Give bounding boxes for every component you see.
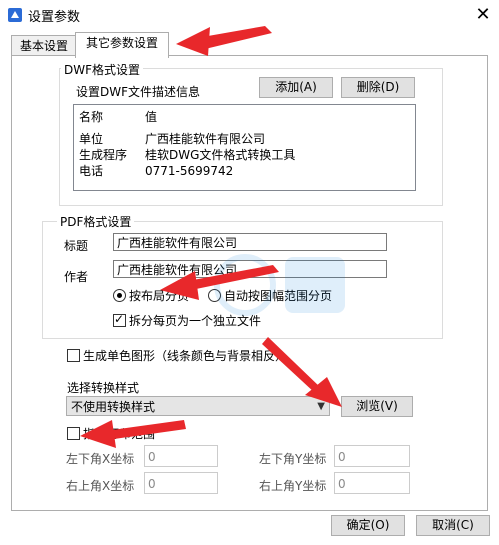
dwf-desc-label: 设置DWF文件描述信息	[76, 85, 201, 99]
app-icon	[8, 8, 22, 22]
browse-button[interactable]: 浏览(V)	[341, 396, 413, 417]
monochrome-label: 生成单色图形（线条颜色与背景相反）	[83, 349, 288, 363]
list-item-value: 0771-5699742	[145, 164, 234, 178]
delete-button[interactable]: 删除(D)	[341, 77, 415, 98]
red-arrow-icon	[176, 26, 272, 56]
list-item-name: 生成程序	[79, 148, 128, 162]
list-item[interactable]: 单位 广西桂能软件有限公司	[74, 131, 415, 147]
list-item[interactable]: 电话 0771-5699742	[74, 163, 415, 179]
ll-x-input[interactable]: 0	[144, 445, 218, 467]
list-item-name: 电话	[79, 164, 104, 178]
ur-y-label: 右上角Y坐标	[259, 479, 327, 493]
list-item-name: 单位	[79, 132, 104, 146]
list-header-value: 值	[145, 110, 158, 124]
list-header-name: 名称	[79, 110, 104, 124]
chevron-down-icon: ▼	[317, 401, 325, 412]
pdf-author-label: 作者	[64, 270, 89, 284]
print-range-label: 指定打印范围	[83, 427, 156, 441]
radio-layout-paging[interactable]	[113, 289, 126, 302]
style-select-value: 不使用转换样式	[71, 400, 156, 414]
pdf-group-title: PDF格式设置	[57, 213, 135, 230]
list-header: 名称 值	[74, 109, 415, 125]
ur-x-input[interactable]: 0	[144, 472, 218, 494]
list-item-value: 广西桂能软件有限公司	[145, 132, 266, 146]
ur-x-label: 右上角X坐标	[66, 479, 135, 493]
list-item-value: 桂软DWG文件格式转换工具	[145, 148, 296, 162]
ll-y-input[interactable]: 0	[334, 445, 410, 467]
pdf-title-label: 标题	[64, 239, 89, 253]
ok-button[interactable]: 确定(O)	[331, 515, 405, 536]
dwf-info-list[interactable]: 名称 值 单位 广西桂能软件有限公司 生成程序 桂软DWG文件格式转换工具 电话…	[73, 104, 416, 191]
print-range-checkbox[interactable]	[67, 427, 80, 440]
tab-other-settings[interactable]: 其它参数设置	[75, 32, 169, 58]
window-title: 设置参数	[28, 10, 81, 25]
radio-layout-paging-label: 按布局分页	[129, 289, 190, 303]
ll-x-label: 左下角X坐标	[66, 452, 135, 466]
monochrome-checkbox[interactable]	[67, 349, 80, 362]
style-select[interactable]: 不使用转换样式 ▼	[66, 396, 330, 416]
list-item[interactable]: 生成程序 桂软DWG文件格式转换工具	[74, 147, 415, 163]
style-select-label: 选择转换样式	[67, 381, 140, 395]
title-bar: 设置参数 ✕	[0, 0, 499, 30]
split-pages-checkbox[interactable]	[113, 312, 126, 327]
cancel-button[interactable]: 取消(C)	[416, 515, 490, 536]
add-button[interactable]: 添加(A)	[259, 77, 333, 98]
watermark-logo	[214, 254, 345, 316]
close-icon[interactable]: ✕	[472, 4, 494, 26]
ur-y-input[interactable]: 0	[334, 472, 410, 494]
tab-basic-settings[interactable]: 基本设置	[11, 35, 77, 57]
dwf-group-title: DWF格式设置	[61, 61, 144, 78]
ll-y-label: 左下角Y坐标	[259, 452, 327, 466]
